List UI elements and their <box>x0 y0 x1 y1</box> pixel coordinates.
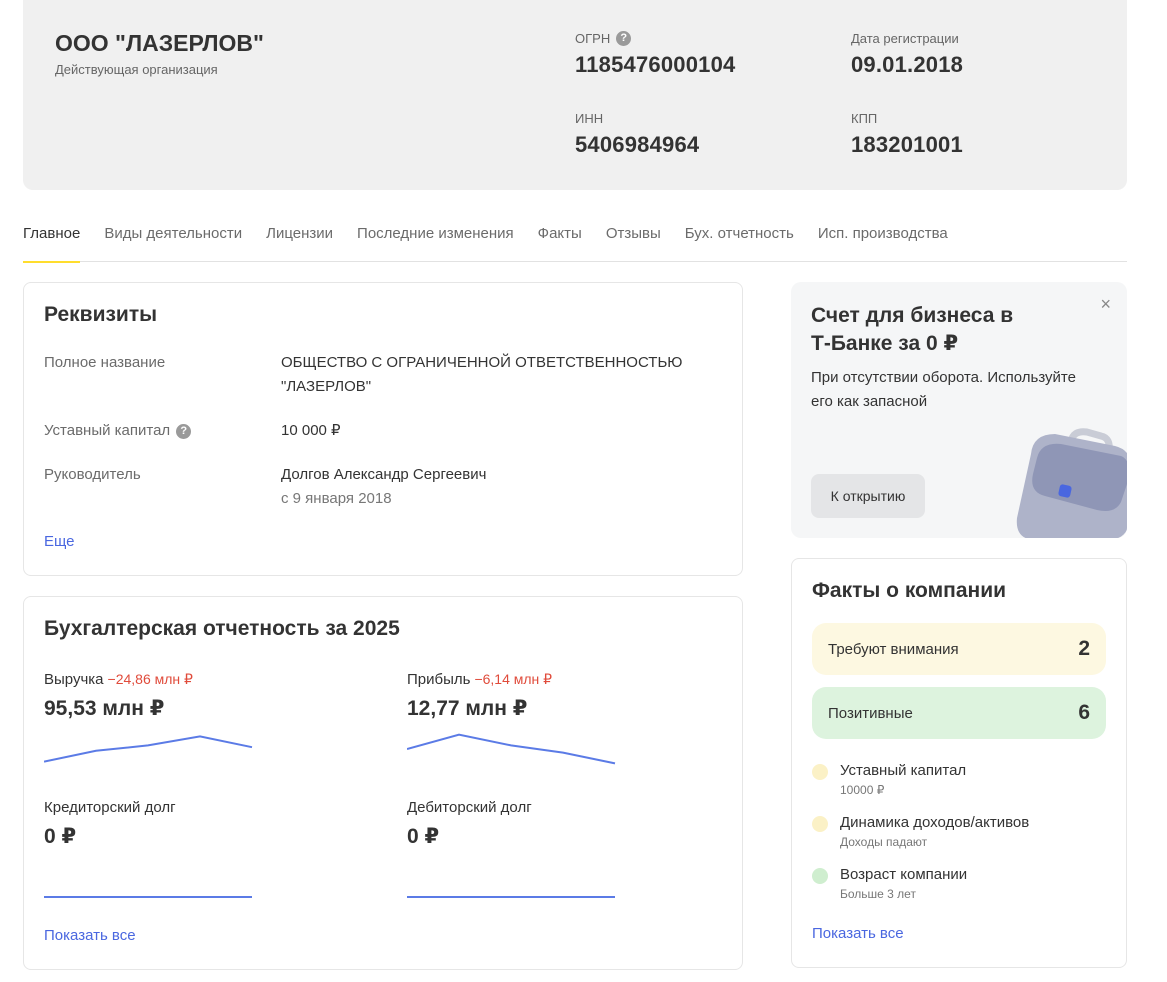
positive-dot-icon <box>812 868 828 884</box>
profit-metric[interactable]: Прибыль −6,14 млн ₽ 12,77 млн ₽ <box>407 671 552 721</box>
close-icon[interactable]: × <box>1100 294 1111 315</box>
attention-dot-icon <box>812 816 828 832</box>
company-header: ООО "ЛАЗЕРЛОВ" Действующая организация О… <box>23 0 1127 190</box>
revenue-label: Выручка <box>44 671 104 688</box>
tab-reviews[interactable]: Отзывы <box>606 220 661 262</box>
revenue-metric[interactable]: Выручка −24,86 млн ₽ 95,53 млн ₽ <box>44 671 193 721</box>
full-name-label: Полное название <box>44 354 166 371</box>
positive-count: 6 <box>1078 701 1090 724</box>
accounting-title: Бухгалтерская отчетность за 2025 <box>44 617 400 640</box>
company-status: Действующая организация <box>55 62 218 77</box>
tab-accounting[interactable]: Бух. отчетность <box>685 220 794 262</box>
fact-sub: Больше 3 лет <box>840 887 916 901</box>
kpp-value: 183201001 <box>851 132 963 157</box>
revenue-trend-line <box>44 735 253 763</box>
positive-facts-pill[interactable]: Позитивные 6 <box>812 687 1106 739</box>
tab-recent-changes[interactable]: Последние изменения <box>357 220 514 262</box>
fact-label: Возраст компании <box>840 866 968 883</box>
tab-activities[interactable]: Виды деятельности <box>104 220 242 262</box>
requisites-card: Реквизиты Полное название ОБЩЕСТВО С ОГР… <box>23 282 743 576</box>
promo-text: При отсутствии оборота. Используйте его … <box>811 369 1076 410</box>
company-name: ООО "ЛАЗЕРЛОВ" <box>55 30 264 56</box>
tab-facts[interactable]: Факты <box>538 220 582 262</box>
profit-change: −6,14 млн ₽ <box>474 671 553 687</box>
full-name-row: Полное название ОБЩЕСТВО С ОГРАНИЧЕННОЙ … <box>44 351 724 399</box>
positive-label: Позитивные <box>828 704 913 722</box>
fact-label: Динамика доходов/активов <box>840 814 1030 831</box>
inn-label: ИНН <box>575 110 604 126</box>
debtor-sparkline <box>407 896 615 898</box>
fact-sub: 10000 ₽ <box>840 783 885 797</box>
full-name-value: ОБЩЕСТВО С ОГРАНИЧЕННОЙ ОТВЕТСТВЕННОСТЬЮ… <box>281 354 683 395</box>
tab-licenses[interactable]: Лицензии <box>266 220 333 262</box>
fact-sub: Доходы падают <box>840 835 928 849</box>
open-account-button[interactable]: К открытию <box>811 474 925 518</box>
tab-enforcement[interactable]: Исп. производства <box>818 220 948 262</box>
profit-sparkline <box>407 733 616 765</box>
creditor-metric[interactable]: Кредиторский долг 0 ₽ <box>44 799 176 849</box>
facts-title: Факты о компании <box>812 579 1007 602</box>
profit-trend-line <box>407 733 616 765</box>
registration-date-label: Дата регистрации <box>851 30 959 46</box>
help-icon[interactable]: ? <box>616 30 632 46</box>
capital-row: Уставный капитал ? 10 000 ₽ <box>44 419 724 443</box>
creditor-label: Кредиторский долг <box>44 799 176 816</box>
tab-bar: Главное Виды деятельности Лицензии После… <box>23 220 1127 263</box>
profit-label: Прибыль <box>407 671 471 688</box>
promo-title: Счет для бизнеса в Т‑Банке за 0 ₽ <box>811 304 1014 355</box>
head-row: Руководитель Долгов Александр Сергеевич … <box>44 463 724 511</box>
registration-date-value: 09.01.2018 <box>851 52 964 77</box>
debtor-value: 0 ₽ <box>407 825 440 848</box>
inn-field: ИНН 5406984964 <box>575 110 699 158</box>
capital-label: Уставный капитал <box>44 422 171 439</box>
profit-value: 12,77 млн ₽ <box>407 697 528 720</box>
inn-value: 5406984964 <box>575 132 700 157</box>
creditor-sparkline <box>44 896 252 898</box>
attention-dot-icon <box>812 764 828 780</box>
capital-value: 10 000 ₽ <box>281 422 341 439</box>
promo-banner: Счет для бизнеса в Т‑Банке за 0 ₽ При от… <box>791 282 1127 538</box>
revenue-value: 95,53 млн ₽ <box>44 697 165 720</box>
more-link[interactable]: Еще <box>44 533 75 550</box>
kpp-label: КПП <box>851 110 878 126</box>
debtor-label: Дебиторский долг <box>407 799 532 816</box>
creditor-value: 0 ₽ <box>44 825 77 848</box>
accounting-card: Бухгалтерская отчетность за 2025 Выручка… <box>23 596 743 970</box>
fact-label: Уставный капитал <box>840 762 967 779</box>
head-since: с 9 января 2018 <box>281 490 392 507</box>
ogrn-field: ОГРН ? 1185476000104 <box>575 30 735 78</box>
attention-label: Требуют внимания <box>828 640 959 658</box>
registration-date-field: Дата регистрации 09.01.2018 <box>851 30 963 78</box>
revenue-change: −24,86 млн ₽ <box>107 671 193 687</box>
attention-count: 2 <box>1078 637 1090 660</box>
facts-card: Факты о компании Требуют внимания 2 Пози… <box>791 558 1127 968</box>
help-icon[interactable]: ? <box>176 423 192 439</box>
facts-show-all-link[interactable]: Показать все <box>812 925 904 942</box>
ogrn-label: ОГРН <box>575 30 611 46</box>
ogrn-value: 1185476000104 <box>575 52 736 77</box>
tab-main[interactable]: Главное <box>23 220 81 263</box>
attention-facts-pill[interactable]: Требуют внимания 2 <box>812 623 1106 675</box>
revenue-sparkline <box>44 735 253 763</box>
kpp-field: КПП 183201001 <box>851 110 963 158</box>
head-name[interactable]: Долгов Александр Сергеевич <box>281 463 701 487</box>
requisites-title: Реквизиты <box>44 303 158 326</box>
head-label: Руководитель <box>44 466 141 483</box>
debtor-metric[interactable]: Дебиторский долг 0 ₽ <box>407 799 532 849</box>
briefcase-icon <box>1016 428 1127 538</box>
accounting-show-all-link[interactable]: Показать все <box>44 927 136 944</box>
